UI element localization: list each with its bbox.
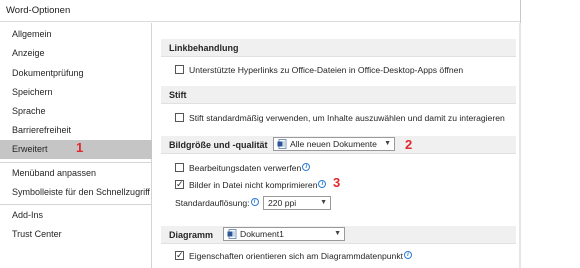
nav-item-dokumentpruefung[interactable]: Dokumentprüfung	[0, 64, 152, 83]
annotation-3: 3	[333, 175, 341, 190]
info-icon[interactable]: i	[404, 251, 413, 259]
options-content-panel: Linkbehandlung Unterstützte Hyperlinks z…	[153, 23, 520, 268]
pen-checkbox[interactable]	[175, 113, 184, 122]
nav-item-menueband-anpassen[interactable]: Menüband anpassen	[0, 164, 152, 183]
info-icon[interactable]: i	[250, 198, 259, 206]
annotation-1: 1	[76, 140, 84, 155]
dialog-title: Word-Optionen	[6, 5, 71, 16]
chevron-down-icon: ▼	[334, 230, 341, 237]
image-scope-dropdown[interactable]: Alle neuen Dokumente ▼	[273, 137, 395, 151]
resolution-dropdown[interactable]: 220 ppi ▼	[263, 196, 331, 210]
info-icon[interactable]: i	[318, 180, 327, 188]
chart-scope-dropdown[interactable]: Dokument1 ▼	[223, 227, 345, 241]
chart-props-label: Eigenschaften orientieren sich am Diagra…	[189, 249, 413, 263]
annotation-2: 2	[405, 137, 413, 152]
nav-divider	[0, 162, 152, 163]
checkmark-icon: ✓	[176, 179, 184, 189]
chevron-down-icon: ▼	[384, 140, 391, 147]
section-header-linkbehandlung: Linkbehandlung	[161, 39, 516, 57]
discard-edit-data-label: Bearbeitungsdaten verwerfen i	[189, 161, 311, 175]
no-compress-label: Bilder in Datei nicht komprimieren i	[189, 178, 327, 192]
chart-scope-value: Dokument1	[240, 229, 284, 239]
document-icon	[227, 229, 237, 239]
nav-item-allgemein[interactable]: Allgemein	[0, 25, 152, 44]
image-section-title: Bildgröße und -qualität	[169, 140, 268, 150]
chart-section-title: Diagramm	[169, 230, 214, 240]
hyperlinks-checkbox[interactable]	[175, 65, 184, 74]
resolution-label: Standardauflösung: i	[175, 198, 259, 208]
nav-item-sprache[interactable]: Sprache	[0, 102, 152, 121]
content-scroll-edge	[519, 23, 521, 268]
nav-item-symbolleiste[interactable]: Symbolleiste für den Schnellzugriff	[0, 183, 152, 202]
checkmark-icon: ✓	[176, 250, 184, 260]
nav-item-add-ins[interactable]: Add-Ins	[0, 206, 152, 225]
nav-item-anzeige[interactable]: Anzeige	[0, 44, 152, 63]
pen-label: Stift standardmäßig verwenden, um Inhalt…	[189, 113, 505, 123]
document-icon	[277, 139, 287, 149]
no-compress-checkbox[interactable]: ✓	[175, 179, 184, 189]
nav-divider	[0, 204, 152, 205]
chart-props-checkbox[interactable]: ✓	[175, 250, 184, 260]
nav-item-speichern[interactable]: Speichern	[0, 83, 152, 102]
nav-item-trust-center[interactable]: Trust Center	[0, 225, 152, 244]
resolution-label-text: Standardauflösung:	[175, 198, 250, 208]
section-header-stift: Stift	[161, 86, 516, 104]
info-icon[interactable]: i	[302, 163, 311, 171]
hyperlinks-label: Unterstützte Hyperlinks zu Office-Dateie…	[189, 65, 464, 75]
title-bar: Word-Optionen	[0, 0, 520, 22]
discard-edit-data-checkbox[interactable]	[175, 163, 184, 172]
image-scope-value: Alle neuen Dokumente	[290, 139, 377, 149]
no-compress-text: Bilder in Datei nicht komprimieren	[189, 180, 318, 190]
chevron-down-icon: ▼	[320, 199, 327, 206]
nav-item-barrierefreiheit[interactable]: Barrierefreiheit	[0, 121, 152, 140]
word-options-dialog: Word-Optionen Allgemein Anzeige Dokument…	[0, 0, 521, 268]
discard-edit-data-text: Bearbeitungsdaten verwerfen	[189, 163, 302, 173]
chart-props-text: Eigenschaften orientieren sich am Diagra…	[189, 251, 404, 261]
resolution-value: 220 ppi	[268, 198, 297, 208]
